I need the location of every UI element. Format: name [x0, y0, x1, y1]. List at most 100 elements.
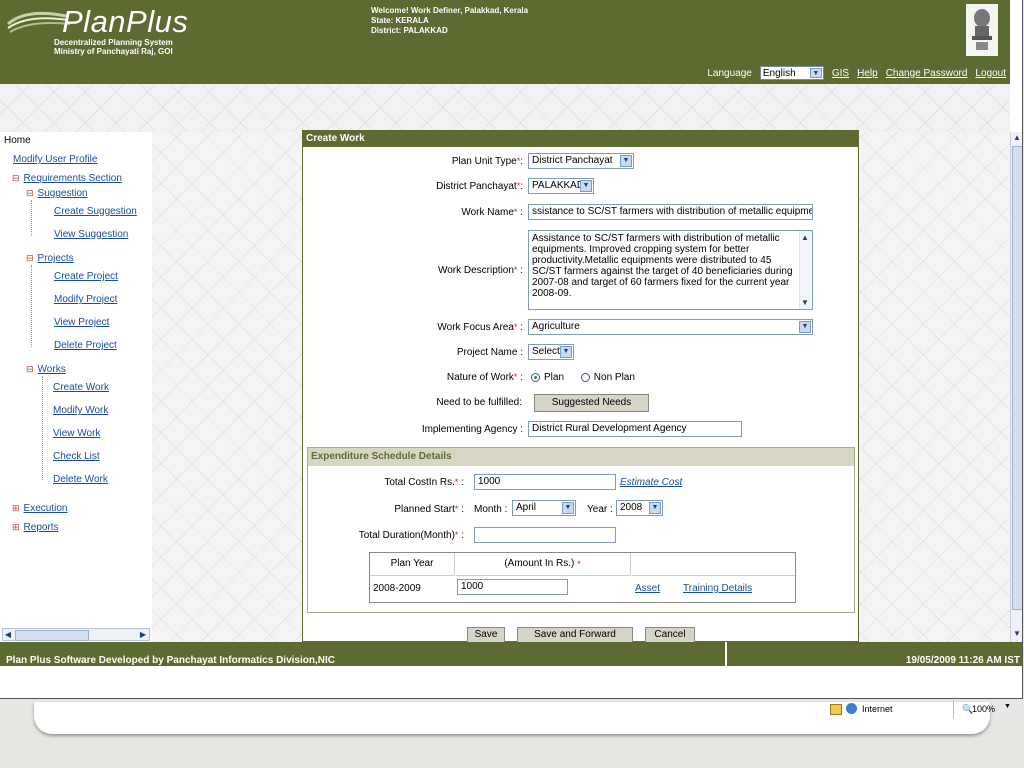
sidebar-item-delete-work[interactable]: Delete Work: [53, 474, 108, 485]
chevron-down-icon: ▼: [799, 321, 811, 333]
work-name-input[interactable]: ssistance to SC/ST farmers with distribu…: [528, 204, 813, 220]
delete-work-link[interactable]: Delete Work: [53, 474, 108, 485]
training-details-link[interactable]: Training Details: [683, 583, 752, 594]
expand-icon[interactable]: ⊞: [12, 503, 20, 513]
scroll-up-icon[interactable]: ▲: [800, 232, 810, 243]
sidebar-item-view-work[interactable]: View Work: [53, 428, 100, 439]
radio-non-plan-label: Non Plan: [593, 372, 635, 383]
logo-title: PlanPlus: [62, 4, 189, 39]
scrollbar-thumb[interactable]: [1012, 146, 1022, 610]
scroll-down-icon[interactable]: ▼: [1012, 628, 1022, 639]
view-work-link[interactable]: View Work: [53, 428, 100, 439]
sidebar-item-check-list[interactable]: Check List: [53, 451, 100, 462]
footer-divider: [725, 642, 727, 666]
sidebar-item-modify-project[interactable]: Modify Project: [54, 294, 117, 305]
modify-work-link[interactable]: Modify Work: [53, 405, 108, 416]
sidebar-item-home[interactable]: Home: [4, 135, 31, 146]
radio-non-plan-icon[interactable]: [580, 372, 590, 382]
projects-link[interactable]: Projects: [38, 253, 74, 264]
suggested-needs-button[interactable]: Suggested Needs: [534, 394, 649, 412]
sidebar-item-view-suggestion[interactable]: View Suggestion: [54, 229, 128, 240]
asset-link-text[interactable]: Asset: [635, 583, 660, 594]
nature-of-work-options: Plan Non Plan: [531, 372, 635, 383]
sidebar-item-delete-project[interactable]: Delete Project: [54, 340, 117, 351]
sidebar-item-view-project[interactable]: View Project: [54, 317, 109, 328]
page-vertical-scrollbar[interactable]: ▲ ▼: [1010, 132, 1022, 642]
select-value: District Panchayat: [532, 155, 613, 166]
scroll-left-icon[interactable]: ◀: [3, 629, 13, 640]
district-text: District: PALAKKAD: [371, 26, 448, 35]
sidebar-item-execution[interactable]: ⊞ Execution: [12, 503, 67, 514]
label-text: Work Name: [461, 207, 514, 218]
sidebar-item-create-project[interactable]: Create Project: [54, 271, 118, 282]
total-duration-input[interactable]: [474, 527, 616, 543]
modify-profile-link[interactable]: Modify User Profile: [13, 154, 97, 165]
collapse-icon[interactable]: ⊟: [26, 364, 34, 374]
header-blank: [631, 553, 795, 576]
project-name-select[interactable]: Select ▼: [528, 344, 574, 360]
scroll-right-icon[interactable]: ▶: [138, 629, 148, 640]
implementing-agency-input[interactable]: District Rural Development Agency: [528, 421, 742, 437]
expand-icon[interactable]: ⊞: [12, 522, 20, 532]
national-emblem-icon: [966, 4, 998, 56]
month-select[interactable]: April ▼: [512, 500, 576, 516]
sidebar-item-suggestion[interactable]: ⊟ Suggestion: [26, 188, 88, 199]
scroll-up-icon[interactable]: ▲: [1012, 132, 1022, 143]
sidebar-item-modify-work[interactable]: Modify Work: [53, 405, 108, 416]
sidebar-item-reports[interactable]: ⊞ Reports: [12, 522, 59, 533]
language-select[interactable]: English ▼: [759, 66, 824, 80]
row-amount-input[interactable]: 1000: [457, 579, 568, 595]
training-details-link-text[interactable]: Training Details: [683, 583, 752, 594]
modify-project-link[interactable]: Modify Project: [54, 294, 117, 305]
create-project-link[interactable]: Create Project: [54, 271, 118, 282]
suggestion-link[interactable]: Suggestion: [38, 188, 88, 199]
header-amount-text: (Amount In Rs.): [504, 558, 575, 569]
save-button[interactable]: Save: [467, 627, 505, 643]
view-project-link[interactable]: View Project: [54, 317, 109, 328]
delete-project-link[interactable]: Delete Project: [54, 340, 117, 351]
sidebar-item-works[interactable]: ⊟ Works: [26, 364, 66, 375]
scroll-down-icon[interactable]: ▼: [800, 297, 810, 308]
sidebar-horizontal-scrollbar[interactable]: ◀ ▶: [2, 628, 150, 641]
change-password-link[interactable]: Change Password: [886, 68, 968, 79]
estimate-cost-link[interactable]: Estimate Cost: [620, 477, 682, 488]
view-suggestion-link[interactable]: View Suggestion: [54, 229, 128, 240]
logo-subtitle: Decentralized Planning System Ministry o…: [54, 38, 173, 56]
sidebar-item-requirements[interactable]: ⊟ Requirements Section: [12, 173, 122, 184]
scrollbar-thumb[interactable]: [15, 630, 89, 641]
logout-link[interactable]: Logout: [975, 68, 1006, 79]
gis-link[interactable]: GIS: [832, 68, 849, 79]
reports-link[interactable]: Reports: [24, 522, 59, 533]
zoom-dropdown-icon[interactable]: ▼: [1004, 703, 1011, 710]
asset-link[interactable]: Asset: [635, 583, 660, 594]
create-suggestion-link[interactable]: Create Suggestion: [54, 206, 137, 217]
collapse-icon[interactable]: ⊟: [26, 188, 34, 198]
required-marker: *: [454, 504, 459, 514]
cancel-button[interactable]: Cancel: [645, 627, 695, 643]
sidebar-item-create-work[interactable]: Create Work: [53, 382, 109, 393]
zoom-level[interactable]: 100%: [972, 704, 995, 714]
help-link[interactable]: Help: [857, 68, 878, 79]
district-panchayat-select[interactable]: PALAKKAD ▼: [528, 178, 594, 194]
year-select[interactable]: 2008 ▼: [616, 500, 663, 516]
sidebar-item-create-suggestion[interactable]: Create Suggestion: [54, 206, 137, 217]
textarea-scrollbar[interactable]: ▲ ▼: [799, 231, 812, 309]
radio-non-plan[interactable]: Non Plan: [580, 372, 635, 383]
works-link[interactable]: Works: [38, 364, 66, 375]
radio-plan-selected-icon[interactable]: [531, 372, 540, 382]
sidebar-item-modify-profile[interactable]: Modify User Profile: [13, 154, 97, 165]
sidebar-item-projects[interactable]: ⊟ Projects: [26, 253, 74, 264]
check-list-link[interactable]: Check List: [53, 451, 100, 462]
work-description-textarea[interactable]: Assistance to SC/ST farmers with distrib…: [528, 230, 813, 310]
collapse-icon[interactable]: ⊟: [12, 173, 20, 183]
plan-unit-type-select[interactable]: District Panchayat ▼: [528, 153, 634, 169]
save-and-forward-button[interactable]: Save and Forward: [517, 627, 633, 643]
create-work-link[interactable]: Create Work: [53, 382, 109, 393]
collapse-icon[interactable]: ⊟: [26, 253, 34, 263]
execution-link[interactable]: Execution: [24, 503, 68, 514]
requirements-link[interactable]: Requirements Section: [24, 173, 122, 184]
total-cost-input[interactable]: 1000: [474, 474, 616, 490]
radio-plan[interactable]: Plan: [531, 372, 564, 383]
estimate-cost-text[interactable]: Estimate Cost: [620, 477, 682, 488]
work-focus-area-select[interactable]: Agriculture ▼: [528, 319, 813, 335]
